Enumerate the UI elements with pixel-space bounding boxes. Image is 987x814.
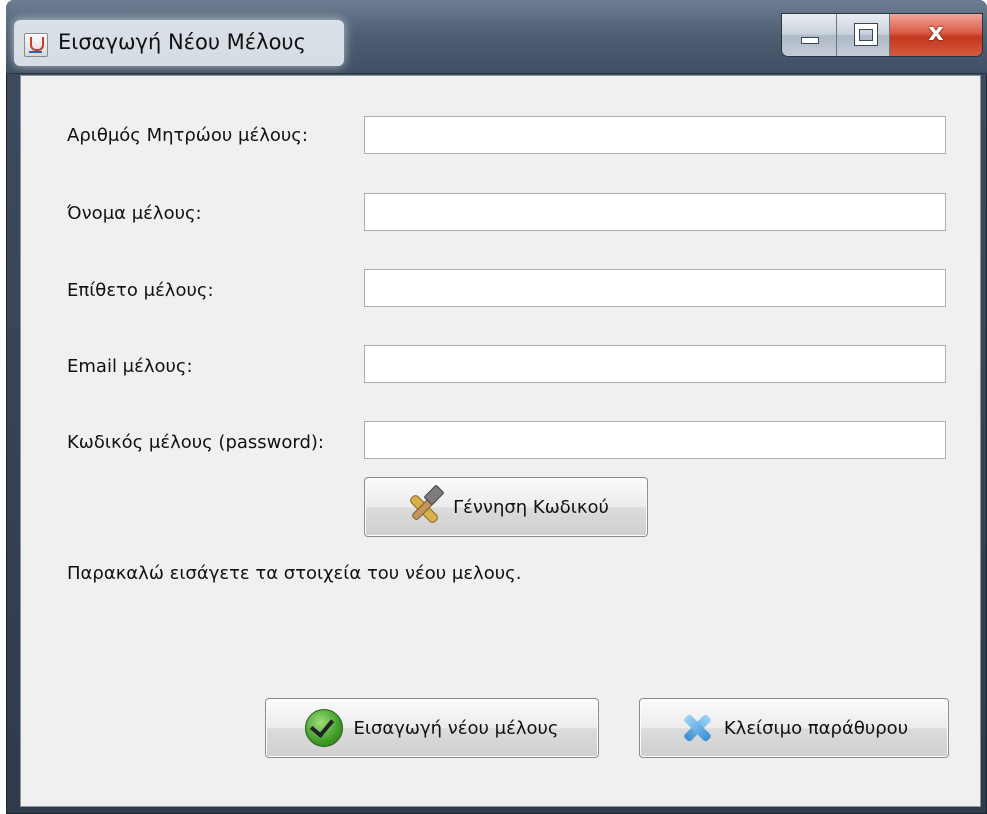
- insert-member-label: Εισαγωγή νέου μέλους: [353, 717, 559, 739]
- java-app-icon: [24, 33, 48, 57]
- password-label: Κωδικός μέλους (password):: [67, 432, 325, 453]
- password-input[interactable]: [364, 421, 946, 459]
- close-form-button[interactable]: Κλείσιμο παράθυρου: [639, 698, 949, 758]
- checkmark-icon: [305, 709, 344, 747]
- generate-password-label: Γέννηση Κωδικού: [453, 496, 609, 518]
- minimize-button[interactable]: [782, 14, 837, 56]
- close-icon: x: [928, 18, 944, 46]
- member-id-input[interactable]: [364, 116, 946, 154]
- email-input[interactable]: [364, 345, 946, 383]
- status-message: Παρακαλώ εισάγετε τα στοιχεία του νέου μ…: [67, 563, 522, 584]
- email-label: Email μέλους:: [67, 356, 193, 377]
- app-window: Εισαγωγή Νέου Μέλους x Αριθμός Μητρώου μ…: [6, 0, 987, 814]
- window-title: Εισαγωγή Νέου Μέλους: [58, 30, 306, 54]
- last-name-input[interactable]: [364, 269, 946, 307]
- close-form-label: Κλείσιμο παράθυρου: [723, 717, 909, 739]
- insert-member-button[interactable]: Εισαγωγή νέου μέλους: [265, 698, 599, 758]
- maximize-button[interactable]: [837, 14, 890, 56]
- tools-icon: [403, 484, 445, 527]
- form-panel: Αριθμός Μητρώου μέλους: Όνομα μέλους: Επ…: [20, 75, 981, 807]
- window-controls: x: [782, 14, 982, 56]
- member-id-label: Αριθμός Μητρώου μέλους:: [67, 125, 308, 146]
- last-name-label: Επίθετο μέλους:: [67, 280, 214, 301]
- first-name-input[interactable]: [364, 193, 946, 231]
- close-window-button[interactable]: x: [890, 14, 982, 56]
- maximize-icon: [855, 24, 877, 45]
- close-x-icon: [680, 711, 714, 745]
- generate-password-button[interactable]: Γέννηση Κωδικού: [364, 477, 648, 537]
- first-name-label: Όνομα μέλους:: [67, 203, 202, 224]
- title-bar[interactable]: Εισαγωγή Νέου Μέλους x: [6, 0, 987, 74]
- minimize-icon: [801, 37, 819, 44]
